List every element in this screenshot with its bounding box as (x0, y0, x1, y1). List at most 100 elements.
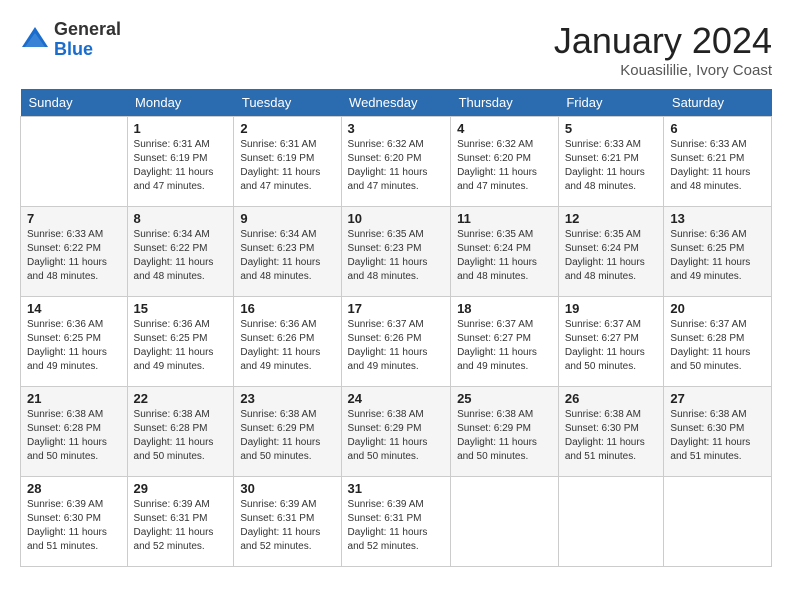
day-number: 20 (670, 301, 765, 316)
column-header-sunday: Sunday (21, 89, 128, 117)
location-title: Kouasililie, Ivory Coast (554, 62, 772, 79)
day-number: 2 (240, 121, 334, 136)
calendar-cell: 4 Sunrise: 6:32 AMSunset: 6:20 PMDaylight… (451, 117, 559, 207)
calendar-cell (451, 477, 559, 567)
day-number: 19 (565, 301, 658, 316)
calendar-cell: 29 Sunrise: 6:39 AMSunset: 6:31 PMDayligh… (127, 477, 234, 567)
day-info: Sunrise: 6:39 AMSunset: 6:30 PMDaylight:… (27, 498, 121, 554)
day-number: 18 (457, 301, 552, 316)
day-number: 31 (348, 481, 445, 496)
calendar-week-row: 7Sunrise: 6:33 AMSunset: 6:22 PMDaylight… (21, 207, 772, 297)
day-number: 10 (348, 211, 445, 226)
day-info: Sunrise: 6:36 AMSunset: 6:25 PMDaylight:… (27, 318, 121, 374)
day-info: Sunrise: 6:39 AMSunset: 6:31 PMDaylight:… (240, 498, 334, 554)
day-number: 4 (457, 121, 552, 136)
calendar-week-row: 21Sunrise: 6:38 AMSunset: 6:28 PMDayligh… (21, 387, 772, 477)
calendar-cell: 5Sunrise: 6:33 AMSunset: 6:21 PMDaylight… (558, 117, 664, 207)
day-number: 29 (134, 481, 228, 496)
column-header-thursday: Thursday (451, 89, 559, 117)
calendar-cell: 30 Sunrise: 6:39 AMSunset: 6:31 PMDayligh… (234, 477, 341, 567)
day-info: Sunrise: 6:38 AMSunset: 6:29 PMDaylight:… (457, 408, 552, 464)
day-info: Sunrise: 6:37 AMSunset: 6:27 PMDaylight:… (565, 318, 658, 374)
day-number: 24 (348, 391, 445, 406)
day-info: Sunrise: 6:37 AMSunset: 6:28 PMDaylight:… (670, 318, 765, 374)
column-header-saturday: Saturday (664, 89, 772, 117)
calendar-week-row: 1 Sunrise: 6:31 AMSunset: 6:19 PMDaylight… (21, 117, 772, 207)
calendar-cell: 27 Sunrise: 6:38 AMSunset: 6:30 PMDayligh… (664, 387, 772, 477)
calendar-cell: 19 Sunrise: 6:37 AMSunset: 6:27 PMDayligh… (558, 297, 664, 387)
day-info: Sunrise: 6:32 AMSunset: 6:20 PMDaylight:… (457, 138, 552, 194)
day-number: 14 (27, 301, 121, 316)
day-number: 9 (240, 211, 334, 226)
day-number: 13 (670, 211, 765, 226)
day-info: Sunrise: 6:36 AMSunset: 6:25 PMDaylight:… (134, 318, 228, 374)
day-number: 16 (240, 301, 334, 316)
day-info: Sunrise: 6:36 AMSunset: 6:26 PMDaylight:… (240, 318, 334, 374)
calendar-cell: 23 Sunrise: 6:38 AMSunset: 6:29 PMDayligh… (234, 387, 341, 477)
calendar-cell: 3Sunrise: 6:32 AMSunset: 6:20 PMDaylight… (341, 117, 451, 207)
calendar-week-row: 28 Sunrise: 6:39 AMSunset: 6:30 PMDayligh… (21, 477, 772, 567)
calendar-cell: 20 Sunrise: 6:37 AMSunset: 6:28 PMDayligh… (664, 297, 772, 387)
calendar-cell: 11 Sunrise: 6:35 AMSunset: 6:24 PMDayligh… (451, 207, 559, 297)
calendar-cell: 10 Sunrise: 6:35 AMSunset: 6:23 PMDayligh… (341, 207, 451, 297)
calendar-cell: 25Sunrise: 6:38 AMSunset: 6:29 PMDayligh… (451, 387, 559, 477)
day-info: Sunrise: 6:35 AMSunset: 6:24 PMDaylight:… (565, 228, 658, 284)
day-info: Sunrise: 6:38 AMSunset: 6:28 PMDaylight:… (27, 408, 121, 464)
calendar-table: SundayMondayTuesdayWednesdayThursdayFrid… (20, 89, 772, 567)
logo-text: General Blue (54, 20, 121, 60)
calendar-cell: 21Sunrise: 6:38 AMSunset: 6:28 PMDayligh… (21, 387, 128, 477)
calendar-header-row: SundayMondayTuesdayWednesdayThursdayFrid… (21, 89, 772, 117)
calendar-cell: 24 Sunrise: 6:38 AMSunset: 6:29 PMDayligh… (341, 387, 451, 477)
day-info: Sunrise: 6:36 AMSunset: 6:25 PMDaylight:… (670, 228, 765, 284)
day-number: 28 (27, 481, 121, 496)
day-info: Sunrise: 6:37 AMSunset: 6:27 PMDaylight:… (457, 318, 552, 374)
calendar-cell: 12Sunrise: 6:35 AMSunset: 6:24 PMDayligh… (558, 207, 664, 297)
day-number: 3 (348, 121, 445, 136)
calendar-cell (558, 477, 664, 567)
day-number: 30 (240, 481, 334, 496)
day-info: Sunrise: 6:38 AMSunset: 6:30 PMDaylight:… (565, 408, 658, 464)
calendar-cell: 28 Sunrise: 6:39 AMSunset: 6:30 PMDayligh… (21, 477, 128, 567)
logo: General Blue (20, 20, 121, 60)
day-number: 22 (134, 391, 228, 406)
day-number: 5 (565, 121, 658, 136)
day-info: Sunrise: 6:35 AMSunset: 6:23 PMDaylight:… (348, 228, 445, 284)
title-area: January 2024 Kouasililie, Ivory Coast (554, 20, 772, 79)
calendar-cell: 22 Sunrise: 6:38 AMSunset: 6:28 PMDayligh… (127, 387, 234, 477)
day-info: Sunrise: 6:38 AMSunset: 6:30 PMDaylight:… (670, 408, 765, 464)
day-info: Sunrise: 6:35 AMSunset: 6:24 PMDaylight:… (457, 228, 552, 284)
page-header: General Blue January 2024 Kouasililie, I… (20, 20, 772, 79)
logo-icon (20, 25, 50, 55)
column-header-friday: Friday (558, 89, 664, 117)
day-number: 26 (565, 391, 658, 406)
calendar-cell: 13 Sunrise: 6:36 AMSunset: 6:25 PMDayligh… (664, 207, 772, 297)
day-info: Sunrise: 6:33 AMSunset: 6:21 PMDaylight:… (670, 138, 765, 194)
day-number: 7 (27, 211, 121, 226)
day-info: Sunrise: 6:39 AMSunset: 6:31 PMDaylight:… (134, 498, 228, 554)
calendar-cell: 18 Sunrise: 6:37 AMSunset: 6:27 PMDayligh… (451, 297, 559, 387)
day-number: 15 (134, 301, 228, 316)
logo-blue: Blue (54, 40, 121, 60)
day-info: Sunrise: 6:39 AMSunset: 6:31 PMDaylight:… (348, 498, 445, 554)
day-info: Sunrise: 6:38 AMSunset: 6:29 PMDaylight:… (348, 408, 445, 464)
calendar-week-row: 14 Sunrise: 6:36 AMSunset: 6:25 PMDayligh… (21, 297, 772, 387)
calendar-cell: 8Sunrise: 6:34 AMSunset: 6:22 PMDaylight… (127, 207, 234, 297)
day-number: 27 (670, 391, 765, 406)
calendar-cell: 7Sunrise: 6:33 AMSunset: 6:22 PMDaylight… (21, 207, 128, 297)
calendar-cell: 16 Sunrise: 6:36 AMSunset: 6:26 PMDayligh… (234, 297, 341, 387)
day-info: Sunrise: 6:37 AMSunset: 6:26 PMDaylight:… (348, 318, 445, 374)
day-number: 17 (348, 301, 445, 316)
column-header-tuesday: Tuesday (234, 89, 341, 117)
day-info: Sunrise: 6:34 AMSunset: 6:23 PMDaylight:… (240, 228, 334, 284)
calendar-cell: 14 Sunrise: 6:36 AMSunset: 6:25 PMDayligh… (21, 297, 128, 387)
day-info: Sunrise: 6:38 AMSunset: 6:28 PMDaylight:… (134, 408, 228, 464)
day-info: Sunrise: 6:31 AMSunset: 6:19 PMDaylight:… (134, 138, 228, 194)
day-number: 11 (457, 211, 552, 226)
day-number: 23 (240, 391, 334, 406)
calendar-cell: 6Sunrise: 6:33 AMSunset: 6:21 PMDaylight… (664, 117, 772, 207)
day-number: 1 (134, 121, 228, 136)
day-info: Sunrise: 6:31 AMSunset: 6:19 PMDaylight:… (240, 138, 334, 194)
column-header-wednesday: Wednesday (341, 89, 451, 117)
calendar-cell: 26 Sunrise: 6:38 AMSunset: 6:30 PMDayligh… (558, 387, 664, 477)
day-info: Sunrise: 6:38 AMSunset: 6:29 PMDaylight:… (240, 408, 334, 464)
